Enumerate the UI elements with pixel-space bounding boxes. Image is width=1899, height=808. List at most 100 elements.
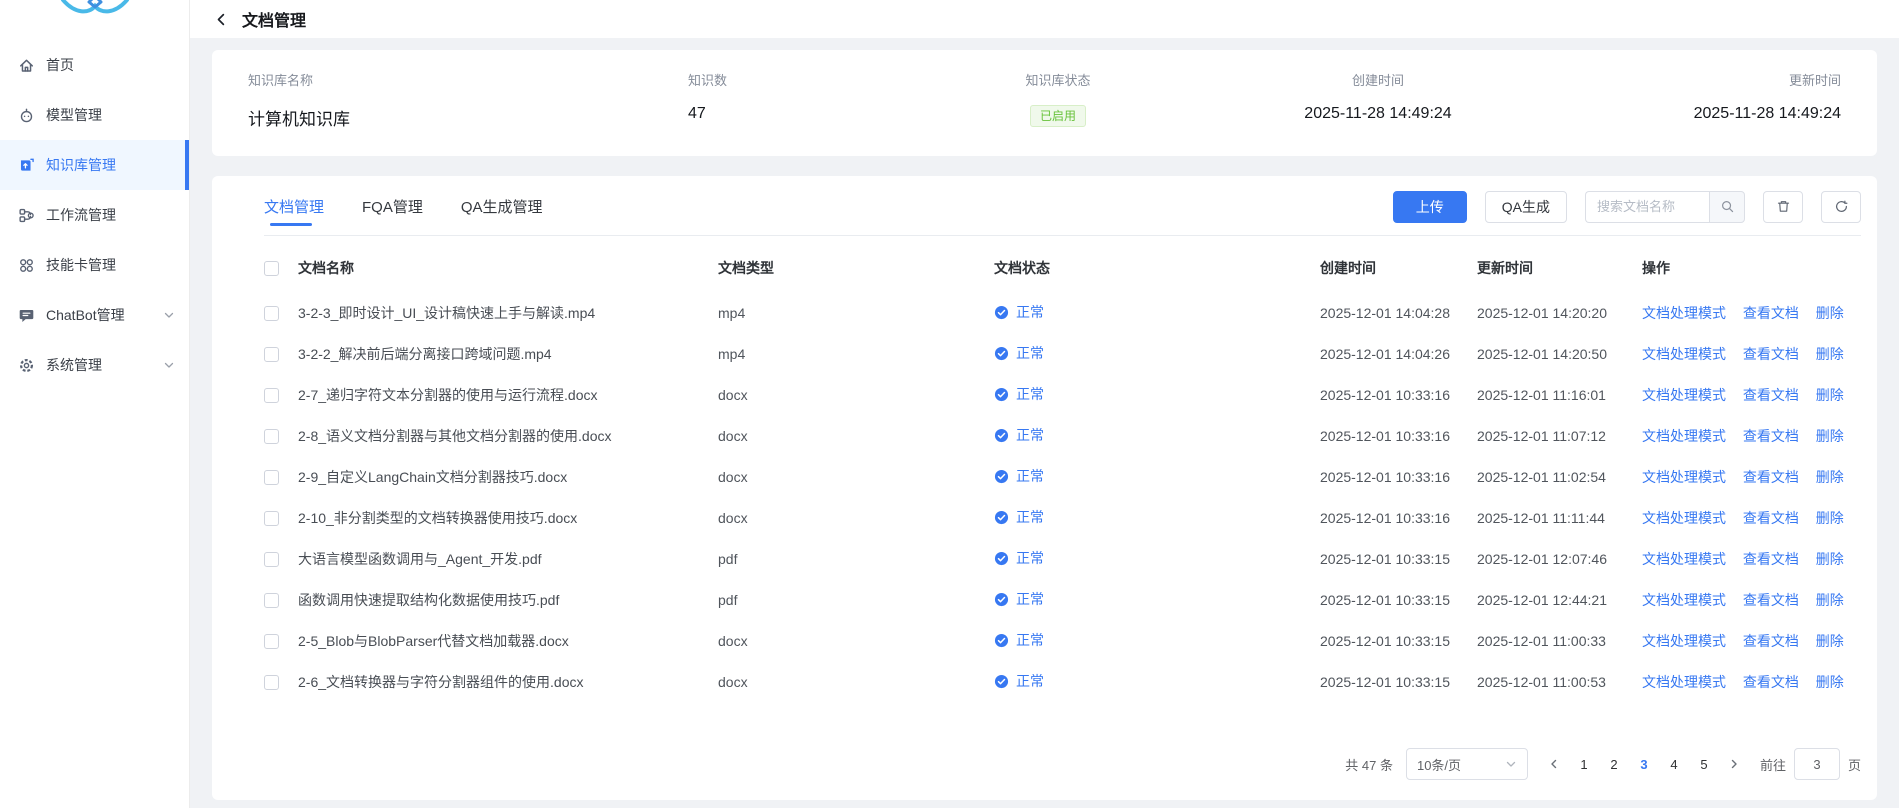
chat-icon: [18, 307, 35, 324]
delete-doc-link[interactable]: 删除: [1816, 510, 1844, 526]
view-doc-link[interactable]: 查看文档: [1743, 346, 1799, 362]
tab-qa-generation-management[interactable]: QA生成管理: [461, 188, 543, 235]
qa-generate-button[interactable]: QA生成: [1485, 191, 1567, 223]
table-row: 2-9_自定义LangChain文档分割器技巧.docx docx 正常 202…: [264, 456, 1861, 497]
page-number[interactable]: 3: [1631, 750, 1657, 778]
doc-process-mode-link[interactable]: 文档处理模式: [1642, 387, 1726, 403]
documents-table: 文档名称 文档类型 文档状态 创建时间 更新时间 操作 3-2-3_即时设计_U…: [212, 236, 1877, 702]
sidebar-item-home[interactable]: 首页: [0, 40, 189, 90]
row-checkbox[interactable]: [264, 429, 279, 444]
sidebar-item-knowledge[interactable]: 知识库管理: [0, 140, 189, 190]
check-circle-icon: [994, 674, 1009, 689]
sidebar-item-skill-card[interactable]: 技能卡管理: [0, 240, 189, 290]
page-number[interactable]: 4: [1661, 750, 1687, 778]
sidebar-item-label: 工作流管理: [46, 205, 116, 225]
row-checkbox[interactable]: [264, 634, 279, 649]
select-all-checkbox[interactable]: [264, 261, 279, 276]
sidebar-item-label: 技能卡管理: [46, 255, 116, 275]
info-value: 2025-11-28 14:49:24: [1198, 105, 1558, 123]
goto-page-input[interactable]: [1794, 748, 1840, 780]
table-row: 大语言模型函数调用与_Agent_开发.pdf pdf 正常 2025-12-0…: [264, 538, 1861, 579]
search-button[interactable]: [1709, 191, 1745, 223]
delete-doc-link[interactable]: 删除: [1816, 387, 1844, 403]
row-checkbox[interactable]: [264, 593, 279, 608]
doc-process-mode-link[interactable]: 文档处理模式: [1642, 346, 1726, 362]
delete-doc-link[interactable]: 删除: [1816, 674, 1844, 690]
documents-card: 文档管理 FQA管理 QA生成管理 上传 QA生成: [212, 176, 1877, 800]
table-row: 2-8_语义文档分割器与其他文档分割器的使用.docx docx 正常 2025…: [264, 415, 1861, 456]
doc-created-time: 2025-12-01 10:33:15: [1320, 633, 1450, 649]
delete-doc-link[interactable]: 删除: [1816, 346, 1844, 362]
sidebar-item-workflow[interactable]: 工作流管理: [0, 190, 189, 240]
view-doc-link[interactable]: 查看文档: [1743, 551, 1799, 567]
column-header-actions: 操作: [1642, 236, 1861, 292]
view-doc-link[interactable]: 查看文档: [1743, 469, 1799, 485]
back-chevron-icon: [214, 12, 229, 27]
info-label: 创建时间: [1198, 70, 1558, 89]
sidebar-item-chatbot[interactable]: ChatBot管理: [0, 290, 189, 340]
search-input[interactable]: [1585, 191, 1709, 223]
refresh-button[interactable]: [1821, 191, 1861, 223]
info-value: 47: [688, 105, 918, 123]
tab-document-management[interactable]: 文档管理: [264, 188, 324, 235]
delete-doc-link[interactable]: 删除: [1816, 469, 1844, 485]
info-label: 知识库名称: [248, 70, 688, 89]
doc-status: 正常: [994, 589, 1044, 609]
delete-doc-link[interactable]: 删除: [1816, 305, 1844, 321]
check-circle-icon: [994, 428, 1009, 443]
delete-doc-link[interactable]: 删除: [1816, 428, 1844, 444]
doc-status-label: 正常: [1016, 302, 1044, 322]
view-doc-link[interactable]: 查看文档: [1743, 633, 1799, 649]
delete-doc-link[interactable]: 删除: [1816, 551, 1844, 567]
tab-fqa-management[interactable]: FQA管理: [362, 188, 423, 235]
delete-doc-link[interactable]: 删除: [1816, 592, 1844, 608]
doc-process-mode-link[interactable]: 文档处理模式: [1642, 551, 1726, 567]
doc-type: docx: [718, 510, 748, 526]
logo[interactable]: [0, 0, 189, 34]
doc-type: docx: [718, 633, 748, 649]
row-checkbox[interactable]: [264, 306, 279, 321]
page-number[interactable]: 2: [1601, 750, 1627, 778]
sidebar-item-system[interactable]: 系统管理: [0, 340, 189, 390]
doc-process-mode-link[interactable]: 文档处理模式: [1642, 674, 1726, 690]
refresh-icon: [1834, 199, 1849, 214]
info-field-updated: 更新时间 2025-11-28 14:49:24: [1558, 70, 1841, 130]
doc-updated-time: 2025-12-01 12:07:46: [1477, 551, 1607, 567]
page-number[interactable]: 1: [1571, 750, 1597, 778]
back-button[interactable]: [214, 12, 229, 27]
row-checkbox[interactable]: [264, 347, 279, 362]
doc-updated-time: 2025-12-01 11:00:33: [1477, 633, 1606, 649]
doc-process-mode-link[interactable]: 文档处理模式: [1642, 305, 1726, 321]
view-doc-link[interactable]: 查看文档: [1743, 510, 1799, 526]
row-checkbox[interactable]: [264, 552, 279, 567]
row-checkbox[interactable]: [264, 511, 279, 526]
next-page-button[interactable]: [1721, 750, 1747, 778]
view-doc-link[interactable]: 查看文档: [1743, 305, 1799, 321]
page-number[interactable]: 5: [1691, 750, 1717, 778]
row-checkbox[interactable]: [264, 675, 279, 690]
doc-created-time: 2025-12-01 10:33:15: [1320, 674, 1450, 690]
page-size-select[interactable]: 10条/页: [1406, 748, 1528, 780]
delete-selected-button[interactable]: [1763, 191, 1803, 223]
row-checkbox[interactable]: [264, 470, 279, 485]
doc-process-mode-link[interactable]: 文档处理模式: [1642, 633, 1726, 649]
doc-process-mode-link[interactable]: 文档处理模式: [1642, 428, 1726, 444]
delete-doc-link[interactable]: 删除: [1816, 633, 1844, 649]
view-doc-link[interactable]: 查看文档: [1743, 592, 1799, 608]
chevron-right-icon: [1728, 758, 1740, 770]
doc-status-label: 正常: [1016, 589, 1044, 609]
doc-name: 2-10_非分割类型的文档转换器使用技巧.docx: [298, 510, 577, 526]
view-doc-link[interactable]: 查看文档: [1743, 674, 1799, 690]
upload-button[interactable]: 上传: [1393, 191, 1467, 223]
doc-process-mode-link[interactable]: 文档处理模式: [1642, 592, 1726, 608]
doc-process-mode-link[interactable]: 文档处理模式: [1642, 469, 1726, 485]
pagination: 共 47 条 10条/页 1 2 3 4: [212, 728, 1877, 800]
search-icon: [1720, 199, 1735, 214]
view-doc-link[interactable]: 查看文档: [1743, 387, 1799, 403]
doc-process-mode-link[interactable]: 文档处理模式: [1642, 510, 1726, 526]
row-checkbox[interactable]: [264, 388, 279, 403]
sidebar-item-model[interactable]: 模型管理: [0, 90, 189, 140]
toolbar: 上传 QA生成: [1393, 191, 1861, 223]
view-doc-link[interactable]: 查看文档: [1743, 428, 1799, 444]
prev-page-button[interactable]: [1541, 750, 1567, 778]
